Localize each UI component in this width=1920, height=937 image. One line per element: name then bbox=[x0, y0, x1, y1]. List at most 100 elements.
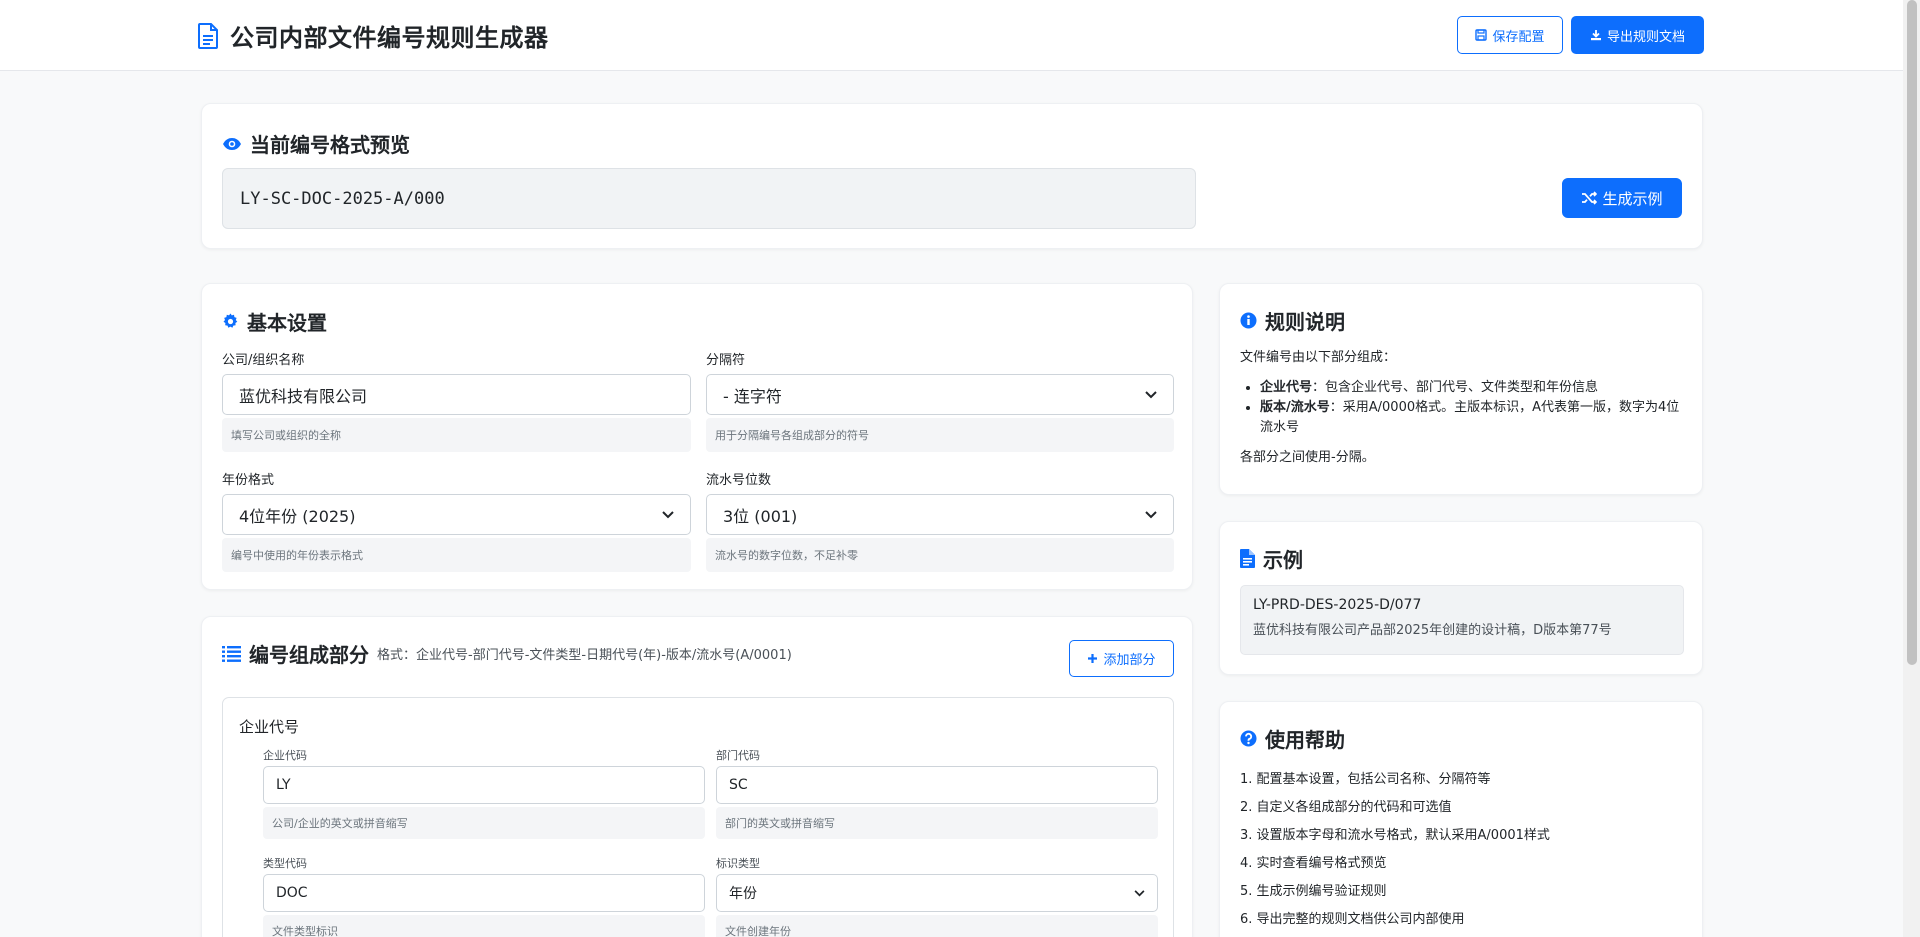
company-name-hint: 填写公司或组织的全称 bbox=[222, 418, 691, 452]
example-box: LY-PRD-DES-2025-D/077 蓝优科技有限公司产品部2025年创建… bbox=[1240, 585, 1684, 655]
serial-digits-select[interactable]: 3位 (001) bbox=[706, 494, 1174, 535]
chevron-down-icon bbox=[662, 510, 674, 518]
dept-code-field: 部门代码 SC 部门的英文或拼音缩写 bbox=[716, 747, 1158, 839]
example-desc: 蓝优科技有限公司产品部2025年创建的设计稿，D版本第77号 bbox=[1253, 623, 1612, 638]
help-item: 3. 设置版本字母和流水号格式，默认采用A/0001样式 bbox=[1240, 828, 1550, 843]
number-parts-card: 编号组成部分 格式：企业代号-部门代号-文件类型-日期代号(年)-版本/流水号(… bbox=[201, 616, 1193, 937]
help-item: 4. 实时查看编号格式预览 bbox=[1240, 856, 1387, 871]
example-title-wrap: 示例 bbox=[1240, 544, 1303, 573]
rules-item-bold: 版本/流水号 bbox=[1260, 400, 1330, 415]
type-code-hint: 文件类型标识 bbox=[263, 915, 705, 937]
dept-code-input[interactable]: SC bbox=[716, 766, 1158, 804]
save-icon bbox=[1475, 29, 1488, 41]
save-config-label: 保存配置 bbox=[1492, 29, 1545, 45]
company-code-label: 企业代码 bbox=[263, 749, 307, 762]
eye-icon bbox=[223, 137, 241, 150]
dept-code-hint: 部门的英文或拼音缩写 bbox=[716, 807, 1158, 839]
parts-title-inner: 编号组成部分 bbox=[222, 639, 369, 668]
basic-settings-title: 基本设置 bbox=[247, 311, 327, 335]
mark-type-hint: 文件创建年份 bbox=[716, 915, 1158, 937]
export-rules-label: 导出规则文档 bbox=[1606, 29, 1685, 45]
type-code-input[interactable]: DOC bbox=[263, 874, 705, 912]
example-code: LY-PRD-DES-2025-D/077 bbox=[1253, 597, 1422, 613]
top-bar: 公司内部文件编号规则生成器 保存配置 导出规则文档 bbox=[0, 0, 1903, 71]
company-code-field: 企业代码 LY 公司/企业的英文或拼音缩写 bbox=[263, 747, 705, 839]
help-title-wrap: 使用帮助 bbox=[1240, 724, 1345, 753]
serial-digits-hint: 流水号的数字位数，不足补零 bbox=[706, 538, 1174, 572]
chevron-down-icon bbox=[1145, 510, 1157, 518]
rules-item-text: ：包含企业代号、部门代号、文件类型和年份信息 bbox=[1312, 380, 1599, 395]
help-item: 6. 导出完整的规则文档供公司内部使用 bbox=[1240, 912, 1465, 927]
type-code-label: 类型代码 bbox=[263, 857, 307, 870]
year-format-hint: 编号中使用的年份表示格式 bbox=[222, 538, 691, 572]
shuffle-icon bbox=[1582, 191, 1598, 205]
company-code-hint: 公司/企业的英文或拼音缩写 bbox=[263, 807, 705, 839]
file-text-icon bbox=[1240, 549, 1255, 568]
list-icon bbox=[222, 646, 241, 662]
plus-icon bbox=[1088, 654, 1098, 663]
parts-title-wrap: 编号组成部分 格式：企业代号-部门代号-文件类型-日期代号(年)-版本/流水号(… bbox=[222, 639, 792, 668]
rules-title: 规则说明 bbox=[1265, 310, 1345, 334]
dept-code-label: 部门代码 bbox=[716, 749, 760, 762]
rules-list: 企业代号：包含企业代号、部门代号、文件类型和年份信息 版本/流水号：采用A/00… bbox=[1260, 378, 1686, 438]
serial-digits-selected: 3位 (001) bbox=[723, 506, 798, 526]
company-name-input[interactable]: 蓝优科技有限公司 bbox=[222, 374, 691, 415]
year-format-field: 年份格式 4位年份 (2025) 编号中使用的年份表示格式 bbox=[222, 469, 691, 572]
download-icon bbox=[1590, 30, 1601, 41]
rules-intro: 文件编号由以下部分组成： bbox=[1240, 350, 1397, 365]
help-card: 使用帮助 1. 配置基本设置，包括公司名称、分隔符等 2. 自定义各组成部分的代… bbox=[1219, 701, 1703, 937]
separator-field: 分隔符 - 连字符 用于分隔编号各组成部分的符号 bbox=[706, 349, 1174, 452]
basic-settings-card: 基本设置 公司/组织名称 蓝优科技有限公司 填写公司或组织的全称 分隔符 - 连… bbox=[201, 283, 1193, 590]
chevron-down-icon bbox=[1134, 889, 1145, 896]
save-config-button[interactable]: 保存配置 bbox=[1457, 16, 1563, 54]
company-name-field: 公司/组织名称 蓝优科技有限公司 填写公司或组织的全称 bbox=[222, 349, 691, 452]
company-name-label: 公司/组织名称 bbox=[222, 353, 305, 368]
app-title-wrap: 公司内部文件编号规则生成器 bbox=[198, 18, 549, 53]
rules-outro: 各部分之间使用-分隔。 bbox=[1240, 450, 1375, 465]
separator-select[interactable]: - 连字符 bbox=[706, 374, 1174, 415]
rules-card: 规则说明 文件编号由以下部分组成： 企业代号：包含企业代号、部门代号、文件类型和… bbox=[1219, 283, 1703, 495]
help-list: 1. 配置基本设置，包括公司名称、分隔符等 2. 自定义各组成部分的代码和可选值… bbox=[1240, 766, 1550, 934]
chevron-down-icon bbox=[1145, 390, 1157, 398]
basic-settings-title-wrap: 基本设置 bbox=[222, 307, 327, 336]
scrollbar-thumb[interactable] bbox=[1907, 0, 1917, 665]
serial-digits-label: 流水号位数 bbox=[706, 473, 772, 488]
question-icon bbox=[1240, 730, 1257, 747]
help-item: 1. 配置基本设置，包括公司名称、分隔符等 bbox=[1240, 772, 1491, 787]
add-part-label: 添加部分 bbox=[1103, 653, 1156, 668]
help-item: 2. 自定义各组成部分的代码和可选值 bbox=[1240, 800, 1452, 815]
format-preview-value: LY-SC-DOC-2025-A/000 bbox=[222, 168, 1196, 229]
mark-type-label: 标识类型 bbox=[716, 857, 760, 870]
export-rules-button[interactable]: 导出规则文档 bbox=[1571, 16, 1704, 54]
mark-type-select[interactable]: 年份 bbox=[716, 874, 1158, 912]
separator-label: 分隔符 bbox=[706, 353, 746, 368]
parts-format-text: 格式：企业代号-部门代号-文件类型-日期代号(年)-版本/流水号(A/0001) bbox=[377, 648, 792, 663]
part-item: 企业代号 企业代码 LY 公司/企业的英文或拼音缩写 部门代码 SC 部门的英文… bbox=[222, 697, 1174, 937]
help-item: 5. 生成示例编号验证规则 bbox=[1240, 884, 1387, 899]
serial-digits-field: 流水号位数 3位 (001) 流水号的数字位数，不足补零 bbox=[706, 469, 1174, 572]
separator-selected: - 连字符 bbox=[723, 386, 782, 406]
mark-type-selected: 年份 bbox=[729, 886, 757, 902]
gear-icon bbox=[223, 313, 238, 328]
app-title: 公司内部文件编号规则生成器 bbox=[230, 24, 549, 52]
document-icon bbox=[198, 22, 218, 49]
example-card: 示例 LY-PRD-DES-2025-D/077 蓝优科技有限公司产品部2025… bbox=[1219, 521, 1703, 675]
parts-title: 编号组成部分 bbox=[249, 643, 369, 667]
vertical-scrollbar[interactable] bbox=[1903, 0, 1920, 937]
help-title: 使用帮助 bbox=[1265, 728, 1345, 752]
year-format-selected: 4位年份 (2025) bbox=[239, 506, 356, 526]
separator-hint: 用于分隔编号各组成部分的符号 bbox=[706, 418, 1174, 452]
year-format-select[interactable]: 4位年份 (2025) bbox=[222, 494, 691, 535]
type-code-field: 类型代码 DOC 文件类型标识 bbox=[263, 855, 705, 937]
year-format-label: 年份格式 bbox=[222, 473, 275, 488]
add-part-button[interactable]: 添加部分 bbox=[1069, 640, 1174, 677]
company-code-input[interactable]: LY bbox=[263, 766, 705, 804]
rules-item: 版本/流水号：采用A/0000格式。主版本标识，A代表第一版，数字为4位流水号 bbox=[1260, 398, 1686, 438]
rules-body: 文件编号由以下部分组成： 企业代号：包含企业代号、部门代号、文件类型和年份信息 … bbox=[1240, 348, 1686, 468]
example-title: 示例 bbox=[1263, 548, 1303, 572]
mark-type-field: 标识类型 年份 文件创建年份 bbox=[716, 855, 1158, 937]
generate-example-button[interactable]: 生成示例 bbox=[1562, 178, 1682, 218]
part-name: 企业代号 bbox=[239, 718, 300, 736]
preview-title-wrap: 当前编号格式预览 bbox=[222, 129, 410, 158]
generate-example-label: 生成示例 bbox=[1602, 189, 1663, 208]
